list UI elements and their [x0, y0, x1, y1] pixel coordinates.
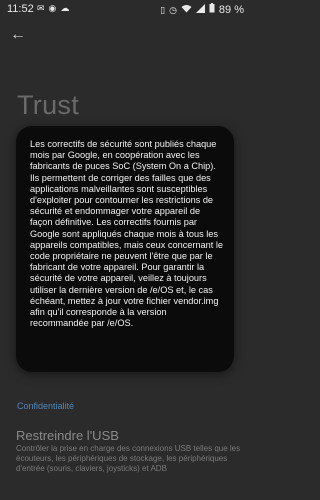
back-button[interactable]: ← [10, 26, 26, 44]
page-title: Trust [17, 90, 79, 120]
wifi-icon [181, 4, 192, 16]
usb-restrict-description: Contrôler la prise en charge des connexi… [16, 444, 241, 473]
status-right-icons: ▯ ◷ 89 % [160, 3, 244, 16]
battery-icon [209, 3, 215, 16]
vibrate-icon: ▯ [160, 4, 166, 15]
section-header-privacy: Confidentialité [17, 401, 75, 411]
battery-level: 89 % [218, 3, 244, 16]
status-time: 11:52 [7, 3, 34, 15]
signal-icon: ◉ [48, 3, 57, 13]
dialog-text: Les correctifs de sécurité sont publiés … [30, 139, 224, 329]
mail-icon: ✉ [37, 3, 45, 13]
usb-restrict-title[interactable]: Restreindre l'USB [16, 428, 119, 443]
cellular-icon [195, 3, 205, 16]
info-dialog: Les correctifs de sécurité sont publiés … [16, 126, 234, 372]
back-arrow-icon: ← [10, 26, 26, 43]
alarm-icon: ◷ [169, 4, 177, 15]
status-left-icons: ✉ ◉ ☁ [37, 2, 69, 14]
cloud-icon: ☁ [60, 3, 70, 13]
status-bar: 11:52 ✉ ◉ ☁ ▯ ◷ 89 % [0, 0, 250, 20]
